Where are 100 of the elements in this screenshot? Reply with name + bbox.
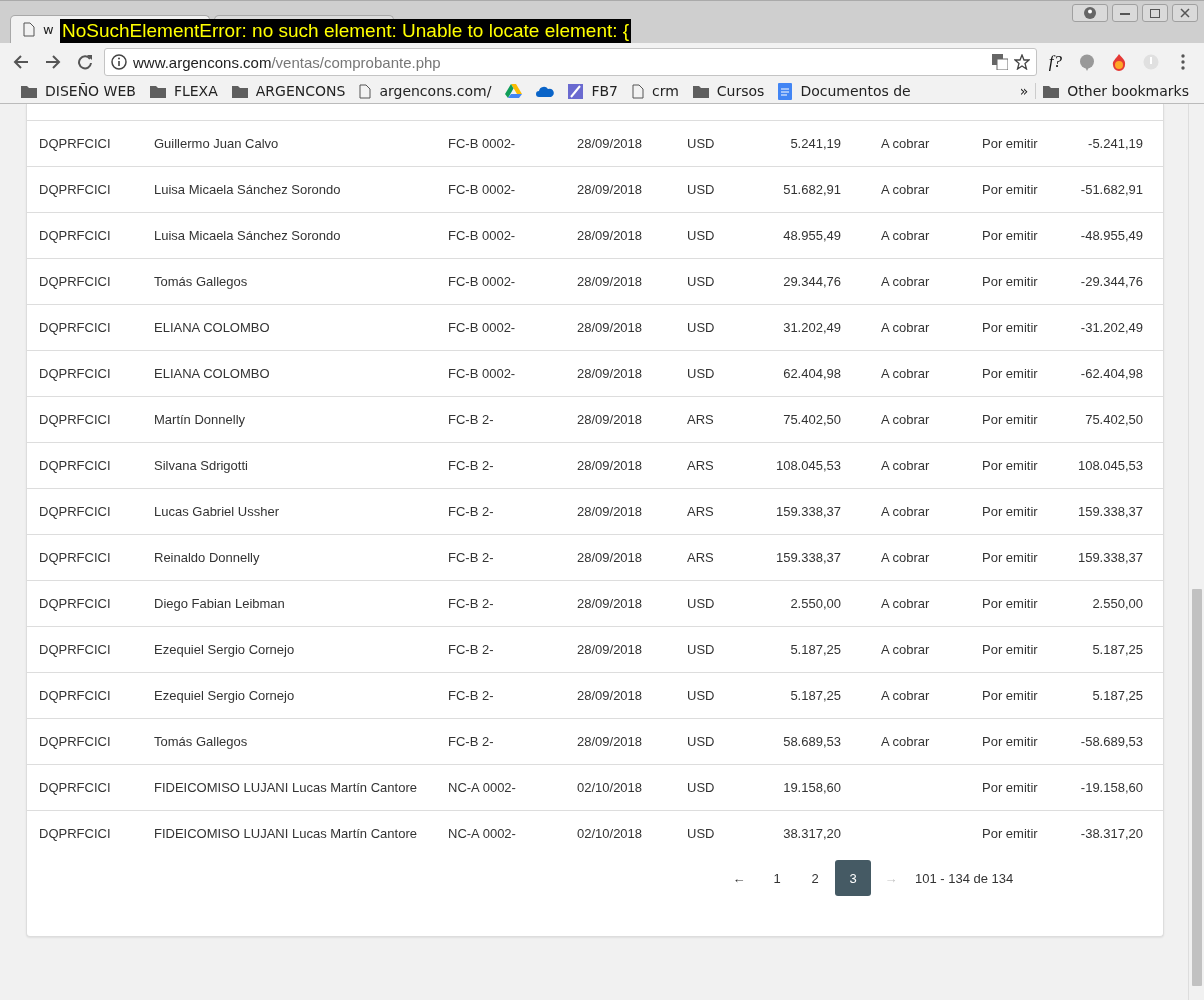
address-bar[interactable]: www.argencons.com/ventas/comprobante.php: [104, 48, 1037, 76]
table-cell-text: 29.344,76: [782, 274, 841, 289]
table-cell-text: A cobrar: [880, 182, 931, 197]
table-cell-text: 5.187,25: [789, 642, 841, 657]
table-cell-text: FC-B 0002-: [448, 136, 517, 151]
table-cell-text: 28/09/2018: [577, 136, 644, 151]
table-cell-text: DQPRFCICI: [39, 458, 112, 473]
other-bookmarks[interactable]: Other bookmarks: [1035, 83, 1196, 99]
table-cell-text: Por emitir: [982, 596, 1039, 611]
table-cell-text: FC-B 0002-: [448, 228, 517, 243]
scrollbar[interactable]: [1188, 104, 1204, 1000]
table-cell-text: 19.158,60: [782, 780, 841, 795]
table-cell-text: FC-B 2-: [448, 642, 495, 657]
table-cell-text: -29.344,76: [1079, 274, 1143, 289]
folder-icon: [1043, 84, 1060, 98]
table-cell-text: FC-B 2-: [448, 596, 495, 611]
table-cell-text: ARS: [687, 412, 715, 427]
table-cell-text: Martín Donnelly: [154, 412, 247, 427]
table-cell-text: Por emitir: [982, 412, 1039, 427]
extension-button[interactable]: f?: [1042, 52, 1068, 72]
star-icon: [1013, 54, 1030, 70]
folder-icon: [231, 84, 248, 98]
table-cell-text: 28/09/2018: [577, 734, 644, 749]
table-cell-text: Por emitir: [982, 274, 1039, 289]
bookmark[interactable]: ARGENCONS: [224, 83, 353, 99]
table-cell-text: DQPRFCICI: [39, 596, 112, 611]
table-cell-text: DQPRFCICI: [39, 320, 112, 335]
table-cell-text: 28/09/2018: [577, 458, 644, 473]
table-cell-text: Por emitir: [982, 458, 1039, 473]
previous-page-button[interactable]: ←: [721, 860, 757, 896]
table-cell-text: -51.682,91: [1079, 182, 1143, 197]
table-cell-text: A cobrar: [880, 320, 931, 335]
table-cell-text: Guillermo Juan Calvo: [154, 136, 280, 151]
bookmark[interactable]: Cursos: [685, 83, 772, 99]
bookmark[interactable]: crm: [624, 83, 686, 99]
table-cell-text: Por emitir: [982, 504, 1039, 519]
table-cell-text: 5.187,25: [1091, 688, 1143, 703]
table-cell-text: 5.187,25: [1091, 642, 1143, 657]
bookmark[interactable]: Documentos de: [771, 82, 918, 100]
table-cell-text: 28/09/2018: [577, 688, 644, 703]
page-button[interactable]: 2: [797, 860, 833, 896]
table-cell-text: USD: [687, 734, 716, 749]
table-cell-text: FC-B 2-: [448, 504, 495, 519]
table-cell-text: A cobrar: [880, 642, 931, 657]
table-cell-text: Por emitir: [982, 366, 1039, 381]
error-toast: NoSuchElementError: no such element: Unable to locate element: {: [60, 19, 632, 43]
table-cell-text: A cobrar: [880, 228, 931, 243]
table-cell-text: A cobrar: [880, 596, 931, 611]
table-cell-text: -5.241,19: [1087, 136, 1143, 151]
table-cell-text: DQPRFCICI: [39, 688, 112, 703]
table-cell-text: 159.338,37: [774, 550, 841, 565]
table-cell-text: 2.550,00: [1091, 596, 1143, 611]
scrollbar-thumb[interactable]: [1192, 589, 1202, 986]
table-cell-text: Tomás Gallegos: [154, 734, 249, 749]
maximize-button[interactable]: [1142, 4, 1168, 22]
person-icon: [1084, 7, 1096, 19]
info-icon: [111, 54, 127, 70]
bookmark[interactable]: FLEXA: [142, 83, 225, 99]
bookmark[interactable]: DISEÑO WEB: [14, 83, 143, 99]
table-cell-text: 28/09/2018: [577, 182, 644, 197]
table-cell-text: USD: [687, 780, 716, 795]
page-button[interactable]: 3: [835, 860, 871, 896]
table-cell-text: FC-B 0002-: [448, 320, 517, 335]
table-cell-text: ARS: [687, 504, 715, 519]
table-cell-text: USD: [687, 136, 716, 151]
close-button[interactable]: [1172, 4, 1198, 22]
table-cell-text: FC-B 2-: [448, 688, 495, 703]
table-cell-text: A cobrar: [880, 734, 931, 749]
table-cell-text: DQPRFCICI: [39, 274, 112, 289]
table-cell-text: 58.689,53: [782, 734, 841, 749]
minimize-button[interactable]: [1112, 4, 1138, 22]
table-cell-text: 28/09/2018: [577, 504, 644, 519]
table-cell-text: 31.202,49: [782, 320, 841, 335]
table-cell-text: 28/09/2018: [577, 596, 644, 611]
table-cell-text: 02/10/2018: [577, 826, 644, 841]
page-button[interactable]: 1: [759, 860, 795, 896]
table-cell-text: 159.338,37: [1076, 504, 1143, 519]
table-cell-text: -31.202,49: [1079, 320, 1143, 335]
more-bookmarks-button[interactable]: »: [1012, 83, 1036, 99]
table-cell-text: DQPRFCICI: [39, 504, 112, 519]
table-cell-text: FC-B 0002-: [448, 182, 517, 197]
table-cell-text: USD: [687, 274, 716, 289]
table-cell-text: 62.404,98: [782, 366, 841, 381]
table-cell-text: -19.158,60: [1079, 780, 1143, 795]
table-cell-text: A cobrar: [880, 688, 931, 703]
folder-icon: [149, 84, 166, 98]
table-cell-text: Por emitir: [982, 642, 1039, 657]
table-cell-text: 108.045,53: [774, 458, 841, 473]
table-cell-text: Por emitir: [982, 320, 1039, 335]
bookmark[interactable]: argencons.com/: [352, 83, 499, 99]
table-cell-text: 28/09/2018: [577, 366, 644, 381]
profile-button[interactable]: [1072, 4, 1108, 22]
table-cell-text: Lucas Gabriel Ussher: [154, 504, 280, 519]
url-text: www.argencons.com/ventas/comprobante.php: [133, 53, 442, 71]
speech-bubble-icon: [1079, 53, 1095, 71]
table-cell-text: 28/09/2018: [577, 274, 644, 289]
menu-icon: [1181, 54, 1185, 70]
bookmark[interactable]: FB7: [561, 83, 625, 99]
table-cell-text: 5.187,25: [789, 688, 841, 703]
page-icon: [631, 83, 644, 99]
